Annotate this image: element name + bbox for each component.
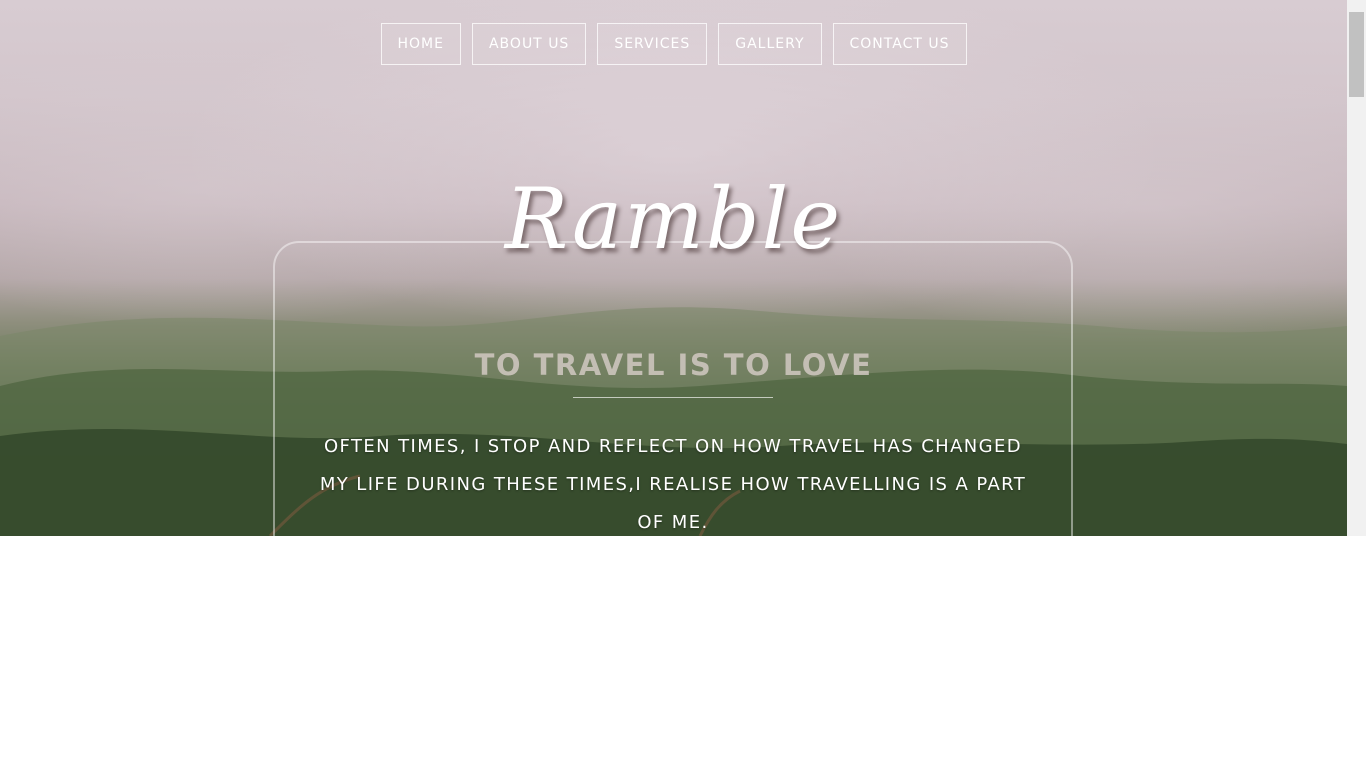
- tagline-heading: TO TRAVEL IS TO LOVE: [474, 348, 873, 382]
- hero-section: HOME ABOUT US SERVICES GALLERY CONTACT U…: [0, 0, 1347, 536]
- vertical-scrollbar[interactable]: [1347, 0, 1366, 536]
- nav-services-button[interactable]: SERVICES: [597, 23, 708, 65]
- intro-paragraph: OFTEN TIMES, I STOP AND REFLECT ON HOW T…: [319, 436, 1027, 533]
- tagline-divider: [573, 397, 773, 398]
- page-blank-area: [0, 536, 1366, 768]
- scrollbar-thumb[interactable]: [1349, 12, 1364, 97]
- main-nav: HOME ABOUT US SERVICES GALLERY CONTACT U…: [0, 23, 1347, 65]
- nav-gallery-button[interactable]: GALLERY: [718, 23, 822, 65]
- nav-contact-us-button[interactable]: CONTACT US: [832, 23, 967, 65]
- page: HOME ABOUT US SERVICES GALLERY CONTACT U…: [0, 0, 1366, 768]
- nav-home-button[interactable]: HOME: [380, 23, 461, 65]
- nav-about-us-button[interactable]: ABOUT US: [471, 23, 587, 65]
- brand-title: Ramble: [504, 170, 843, 268]
